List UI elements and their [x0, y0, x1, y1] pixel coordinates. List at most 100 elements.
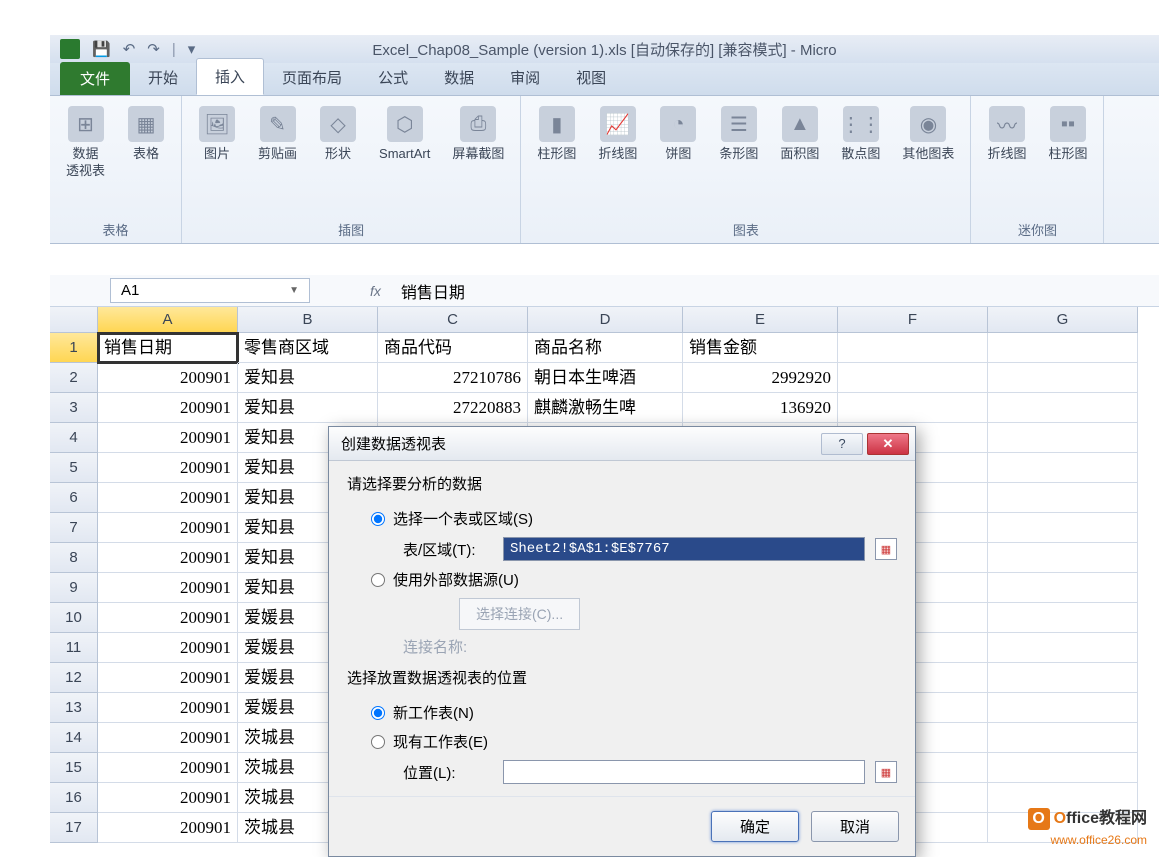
dialog-close-button[interactable]: ✕ — [867, 433, 909, 455]
qat-save-icon[interactable]: 💾 — [92, 40, 111, 58]
cell[interactable] — [988, 603, 1138, 633]
cell[interactable]: 200901 — [98, 573, 238, 603]
cell[interactable] — [988, 663, 1138, 693]
ribbon-clipart-button[interactable]: ✎剪贴画 — [252, 102, 303, 167]
row-header[interactable]: 5 — [50, 453, 98, 483]
column-header[interactable]: F — [838, 307, 988, 333]
cell[interactable]: 朝日本生啤酒 — [528, 363, 683, 393]
name-box-dropdown-icon[interactable]: ▼ — [289, 285, 299, 296]
select-all-corner[interactable] — [50, 307, 98, 333]
cell[interactable]: 200901 — [98, 633, 238, 663]
cell[interactable]: 200901 — [98, 603, 238, 633]
cell[interactable] — [988, 333, 1138, 363]
cell[interactable]: 零售商区域 — [238, 333, 378, 363]
cell[interactable]: 200901 — [98, 663, 238, 693]
range-input[interactable] — [503, 537, 865, 561]
row-header[interactable]: 6 — [50, 483, 98, 513]
cell[interactable] — [988, 543, 1138, 573]
cell[interactable] — [988, 753, 1138, 783]
tab-formulas[interactable]: 公式 — [360, 60, 426, 95]
row-header[interactable]: 12 — [50, 663, 98, 693]
column-header[interactable]: A — [98, 307, 238, 333]
row-header[interactable]: 13 — [50, 693, 98, 723]
radio-new-sheet-input[interactable] — [371, 706, 385, 720]
column-header[interactable]: G — [988, 307, 1138, 333]
ribbon-sparkline-col-button[interactable]: ▪▪柱形图 — [1042, 102, 1093, 167]
row-header[interactable]: 7 — [50, 513, 98, 543]
dialog-help-button[interactable]: ? — [821, 433, 863, 455]
formula-value[interactable]: 销售日期 — [401, 279, 465, 303]
ok-button[interactable]: 确定 — [711, 811, 799, 842]
row-header[interactable]: 1 — [50, 333, 98, 363]
cell[interactable]: 200901 — [98, 363, 238, 393]
radio-new-sheet[interactable]: 新工作表(N) — [347, 698, 897, 727]
ribbon-bar-chart-button[interactable]: ☰条形图 — [713, 102, 764, 167]
cell[interactable] — [988, 573, 1138, 603]
cell[interactable] — [838, 363, 988, 393]
ribbon-other-chart-button[interactable]: ◉其他图表 — [896, 102, 960, 167]
row-header[interactable]: 15 — [50, 753, 98, 783]
cell[interactable] — [988, 363, 1138, 393]
radio-select-range[interactable]: 选择一个表或区域(S) — [347, 504, 897, 533]
cell[interactable] — [988, 513, 1138, 543]
column-header[interactable]: D — [528, 307, 683, 333]
cell[interactable] — [988, 483, 1138, 513]
cell[interactable]: 136920 — [683, 393, 838, 423]
tab-insert[interactable]: 插入 — [196, 58, 264, 95]
range-ref-button[interactable]: ▦ — [875, 538, 897, 560]
row-header[interactable]: 8 — [50, 543, 98, 573]
ribbon-column-chart-button[interactable]: ▮柱形图 — [531, 102, 582, 167]
row-header[interactable]: 3 — [50, 393, 98, 423]
ribbon-smartart-button[interactable]: ⬡SmartArt — [373, 102, 436, 167]
location-input[interactable] — [503, 760, 865, 784]
dialog-titlebar[interactable]: 创建数据透视表 ? ✕ — [329, 427, 915, 461]
cell[interactable] — [988, 723, 1138, 753]
cell[interactable]: 200901 — [98, 543, 238, 573]
cell[interactable]: 商品代码 — [378, 333, 528, 363]
cell[interactable] — [988, 453, 1138, 483]
cell[interactable]: 200901 — [98, 753, 238, 783]
tab-layout[interactable]: 页面布局 — [264, 60, 360, 95]
column-header[interactable]: B — [238, 307, 378, 333]
location-ref-button[interactable]: ▦ — [875, 761, 897, 783]
cell[interactable]: 爱知县 — [238, 393, 378, 423]
cell[interactable]: 200901 — [98, 723, 238, 753]
cell[interactable]: 销售金额 — [683, 333, 838, 363]
row-header[interactable]: 2 — [50, 363, 98, 393]
cell[interactable]: 200901 — [98, 423, 238, 453]
radio-select-range-input[interactable] — [371, 512, 385, 526]
ribbon-picture-button[interactable]: 🖼图片 — [192, 102, 242, 167]
row-header[interactable]: 14 — [50, 723, 98, 753]
ribbon-area-chart-button[interactable]: ▲面积图 — [774, 102, 825, 167]
cell[interactable]: 27220883 — [378, 393, 528, 423]
ribbon-scatter-chart-button[interactable]: ⋮⋮散点图 — [835, 102, 886, 167]
ribbon-pivot-button[interactable]: ⊞数据 透视表 — [60, 102, 111, 184]
row-header[interactable]: 4 — [50, 423, 98, 453]
cell[interactable] — [988, 423, 1138, 453]
tab-view[interactable]: 视图 — [558, 60, 624, 95]
ribbon-line-chart-button[interactable]: 📈折线图 — [592, 102, 643, 167]
cell[interactable]: 200901 — [98, 483, 238, 513]
column-header[interactable]: C — [378, 307, 528, 333]
cell[interactable]: 27210786 — [378, 363, 528, 393]
tab-data[interactable]: 数据 — [426, 60, 492, 95]
row-header[interactable]: 17 — [50, 813, 98, 843]
row-header[interactable]: 10 — [50, 603, 98, 633]
cell[interactable]: 麒麟激畅生啤 — [528, 393, 683, 423]
cell[interactable]: 200901 — [98, 513, 238, 543]
cell[interactable]: 200901 — [98, 693, 238, 723]
cell[interactable] — [838, 393, 988, 423]
tab-review[interactable]: 审阅 — [492, 60, 558, 95]
cell[interactable] — [988, 633, 1138, 663]
cell[interactable]: 200901 — [98, 393, 238, 423]
ribbon-screenshot-button[interactable]: ⎙屏幕截图 — [446, 102, 510, 167]
cell[interactable]: 销售日期 — [98, 333, 238, 363]
row-header[interactable]: 9 — [50, 573, 98, 603]
cell[interactable] — [838, 333, 988, 363]
cell[interactable] — [988, 393, 1138, 423]
qat-redo-icon[interactable]: ↷ — [147, 40, 160, 58]
column-header[interactable]: E — [683, 307, 838, 333]
cell[interactable]: 200901 — [98, 453, 238, 483]
cell[interactable]: 200901 — [98, 813, 238, 843]
radio-external-input[interactable] — [371, 573, 385, 587]
